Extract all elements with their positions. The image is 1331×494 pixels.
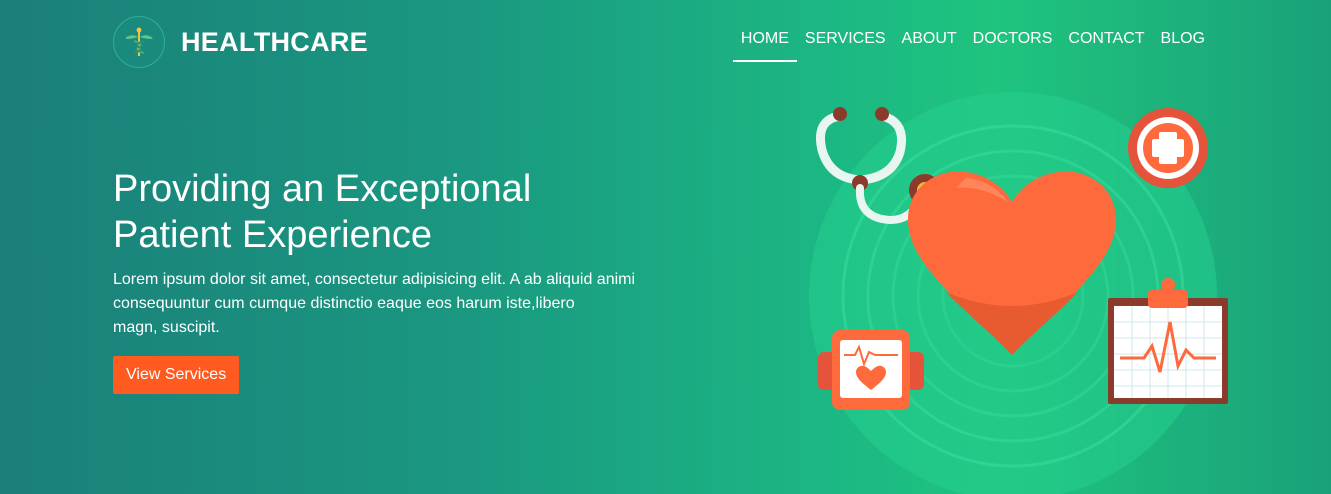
nav-services[interactable]: SERVICES [797, 30, 894, 48]
brand-logo[interactable]: HEALTHCARE [113, 16, 368, 68]
description-line: Lorem ipsum dolor sit amet, consectetur … [113, 271, 636, 288]
caduceus-icon [113, 16, 165, 68]
view-services-button[interactable]: View Services [113, 356, 240, 394]
hero-description: Lorem ipsum dolor sit amet, consectetur … [113, 268, 673, 340]
description-line: consequuntur cum cumque distinctio eaque… [113, 295, 575, 312]
main-nav: HOME SERVICES ABOUT DOCTORS CONTACT BLOG [732, 30, 1213, 62]
medical-cross-icon [1128, 108, 1208, 188]
nav-home[interactable]: HOME [732, 30, 797, 62]
nav-about[interactable]: ABOUT [894, 30, 965, 48]
nav-doctors[interactable]: DOCTORS [965, 30, 1061, 48]
hero-section: HEALTHCARE HOME SERVICES ABOUT DOCTORS C… [0, 0, 1331, 494]
nav-contact[interactable]: CONTACT [1060, 30, 1152, 48]
nav-blog[interactable]: BLOG [1153, 30, 1213, 48]
headline-line: Patient Experience [113, 214, 432, 256]
description-line: magn, suscipit. [113, 319, 220, 336]
headline-line: Providing an Exceptional [113, 168, 532, 210]
healthcare-illustration [809, 92, 1228, 494]
heart-rate-monitor-icon [818, 330, 924, 410]
hero-headline: Providing an Exceptional Patient Experie… [113, 166, 633, 258]
brand-name: HEALTHCARE [181, 26, 368, 57]
